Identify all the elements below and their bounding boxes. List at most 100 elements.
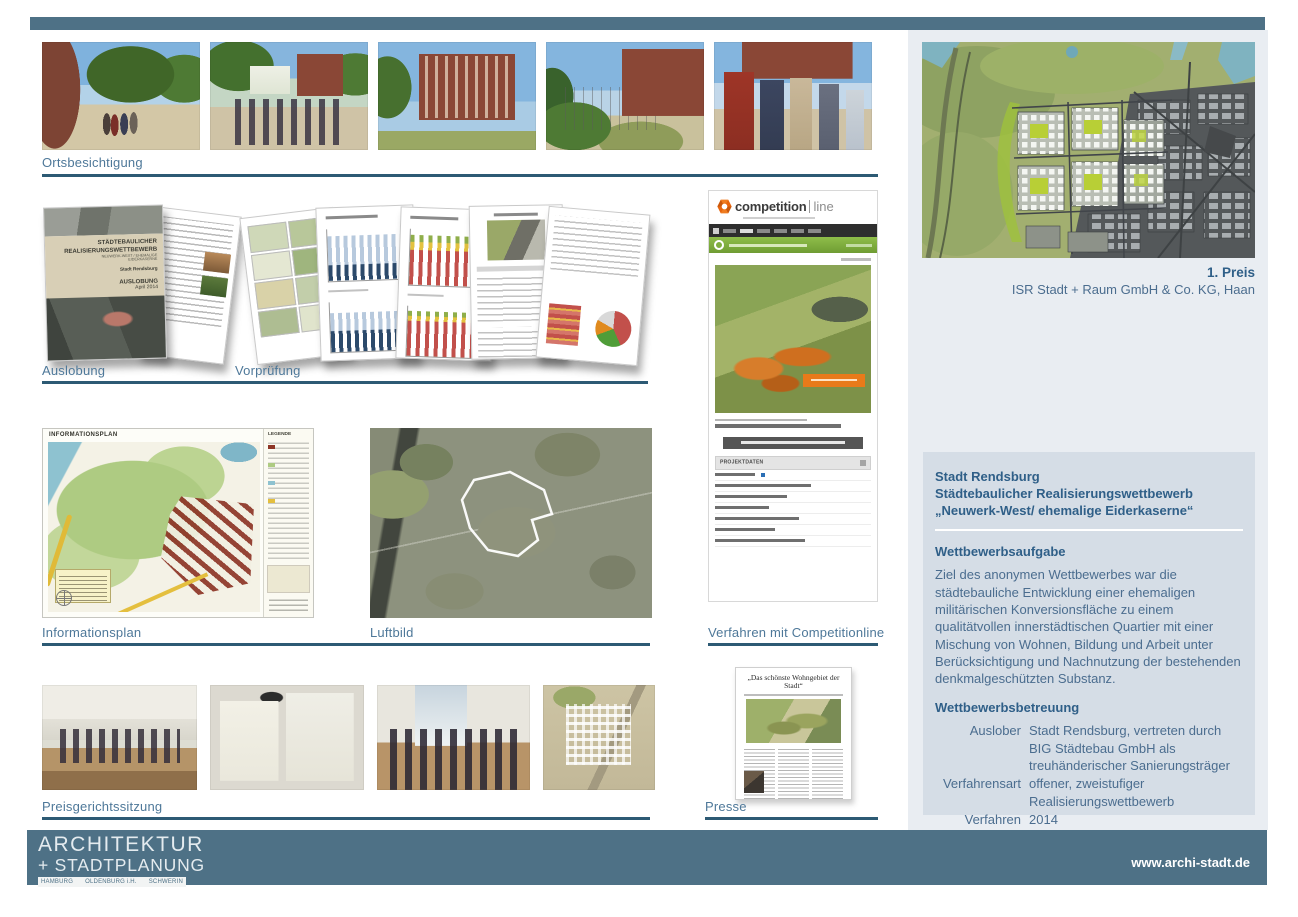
competitionline-logo: competition line bbox=[717, 199, 869, 214]
caption-auslobung: Auslobung bbox=[42, 363, 105, 378]
section-underline bbox=[42, 174, 878, 177]
caption-presse: Presse bbox=[705, 799, 747, 814]
caption-ortsbesichtigung: Ortsbesichtigung bbox=[42, 155, 143, 170]
document-photo-thumbnail bbox=[203, 252, 231, 274]
heatmap-plan-placeholder bbox=[546, 303, 581, 346]
betreuung-heading: Wettbewerbsbetreuung bbox=[935, 700, 1243, 715]
row-label: Verfahren bbox=[935, 811, 1021, 828]
legend-color-chip bbox=[268, 499, 275, 503]
caption-preisgerichtssitzung: Preisgerichtssitzung bbox=[42, 799, 162, 814]
photo-preisgericht-2 bbox=[210, 685, 364, 790]
caption-informationsplan: Informationsplan bbox=[42, 625, 141, 640]
banner-icon bbox=[714, 240, 724, 250]
website-navbar bbox=[709, 224, 877, 237]
newspaper-headline: „Das schönste Wohngebiet der Stadt“ bbox=[742, 674, 845, 691]
legend-title: LEGENDE bbox=[268, 432, 301, 437]
compass-icon bbox=[56, 590, 72, 606]
logo-city: HAMBURG bbox=[41, 879, 73, 885]
text-line-bar bbox=[326, 215, 378, 219]
section-underline bbox=[42, 643, 650, 646]
betreuung-row: Auslober Stadt Rendsburg, vertreten durc… bbox=[935, 722, 1243, 774]
projektdaten-header: PROJEKTDATEN bbox=[715, 456, 871, 470]
nav-item-bar bbox=[808, 229, 821, 233]
data-row bbox=[715, 536, 871, 547]
logo-line: + STADTPLANUNG bbox=[38, 855, 205, 875]
website-url: www.archi-stadt.de bbox=[1131, 855, 1250, 870]
photo-preisgericht-1 bbox=[42, 685, 197, 790]
logo-word: competition bbox=[735, 199, 806, 214]
text-line-bar bbox=[715, 424, 841, 428]
footer-bar: ARCHITEKTUR + STADTPLANUNG HAMBURG OLDEN… bbox=[27, 830, 1267, 885]
photo-preisgericht-4 bbox=[543, 685, 655, 790]
map-thumbnail bbox=[258, 306, 300, 337]
photo-ortsbesichtigung-5 bbox=[714, 42, 872, 150]
photo-ortsbesichtigung-4 bbox=[546, 42, 704, 150]
text-lines-placeholder bbox=[550, 215, 642, 276]
section-underline bbox=[708, 643, 878, 646]
caption-competitionline: Verfahren mit Competitionline bbox=[708, 625, 884, 640]
home-icon bbox=[713, 228, 719, 234]
aufgabe-text: Ziel des anonymen Wettbewerbes war die s… bbox=[935, 566, 1243, 687]
masterplan-graphic bbox=[922, 42, 1255, 258]
nav-item-bar-active bbox=[740, 229, 753, 233]
legend-color-chip bbox=[268, 481, 275, 485]
banner-text-bar bbox=[846, 244, 872, 247]
legend-color-chip bbox=[268, 445, 275, 449]
data-row bbox=[715, 492, 871, 503]
nav-item-bar bbox=[791, 229, 804, 233]
company-logo: ARCHITEKTUR + STADTPLANUNG HAMBURG OLDEN… bbox=[38, 834, 205, 887]
photo-ortsbesichtigung-3 bbox=[378, 42, 536, 150]
row-value: offener, zweistufiger Realisierungswettb… bbox=[1029, 775, 1243, 810]
divider-rule bbox=[935, 529, 1243, 531]
bar-chart-placeholder bbox=[326, 226, 408, 282]
data-row bbox=[715, 481, 871, 492]
expand-icon bbox=[860, 460, 866, 466]
logo-word: line bbox=[813, 199, 833, 214]
aufgabe-heading: Wettbewerbsaufgabe bbox=[935, 544, 1243, 559]
cover-aerial-image-top bbox=[44, 205, 163, 236]
text-line-bar bbox=[494, 213, 538, 216]
cover-date: April 2014 bbox=[66, 285, 158, 293]
luftbild-aerial-photo bbox=[370, 428, 652, 618]
betreuung-list: Auslober Stadt Rendsburg, vertreten durc… bbox=[935, 722, 1243, 828]
data-row bbox=[715, 470, 871, 481]
caption-luftbild: Luftbild bbox=[370, 625, 414, 640]
project-title-line: „Neuwerk-West/ ehemalige Eiderkaserne“ bbox=[935, 502, 1243, 519]
betreuung-row: Verfahrensart offener, zweistufiger Real… bbox=[935, 775, 1243, 810]
plan-image-placeholder bbox=[487, 219, 546, 260]
document-photo-thumbnail bbox=[200, 275, 228, 297]
project-title-line: Städtebaulicher Realisierungswettbewerb bbox=[935, 485, 1243, 502]
newspaper-photo bbox=[744, 771, 764, 793]
projektdaten-title: PROJEKTDATEN bbox=[720, 460, 763, 465]
website-banner bbox=[709, 237, 877, 253]
winning-masterplan-image bbox=[922, 42, 1255, 258]
text-line-bar bbox=[328, 288, 368, 292]
text-line-bar bbox=[715, 419, 807, 422]
nav-item-bar bbox=[774, 229, 787, 233]
photo-ortsbesichtigung-2 bbox=[210, 42, 368, 150]
text-line-bar bbox=[410, 216, 458, 220]
project-rendering-image bbox=[715, 265, 871, 413]
prize-caption: 1. Preis ISR Stadt + Raum GmbH & Co. KG,… bbox=[922, 265, 1255, 297]
project-title-line: Stadt Rendsburg bbox=[935, 468, 1243, 485]
top-accent-bar bbox=[30, 17, 1265, 30]
row-label: Auslober bbox=[935, 722, 1021, 774]
betreuung-row: Verfahren 2014 bbox=[935, 811, 1243, 828]
legend-footer-lines bbox=[269, 597, 308, 611]
legend-color-chip bbox=[268, 463, 275, 467]
label-text-bar bbox=[811, 379, 857, 382]
cover-aerial-image-bottom bbox=[46, 295, 166, 360]
pie-chart-placeholder bbox=[594, 309, 633, 348]
text-line-bar bbox=[841, 258, 871, 261]
document-auslobung-cover: STÄDTEBAULICHER REALISIERUNGSWETTBEWERB … bbox=[43, 204, 167, 361]
section-underline bbox=[705, 817, 878, 820]
map-legend: LEGENDE bbox=[263, 429, 313, 617]
newspaper-subline-bar bbox=[744, 694, 843, 696]
building-blocks-pattern bbox=[161, 496, 254, 595]
map-thumbnail bbox=[251, 250, 293, 281]
landuse-map bbox=[48, 442, 260, 612]
map-sheet-title: INFORMATIONSPLAN bbox=[49, 432, 118, 438]
info-dot-icon bbox=[761, 473, 765, 477]
text-line-bar bbox=[408, 293, 444, 297]
logo-cities-strip: HAMBURG OLDENBURG i.H. SCHWERIN bbox=[38, 877, 186, 887]
